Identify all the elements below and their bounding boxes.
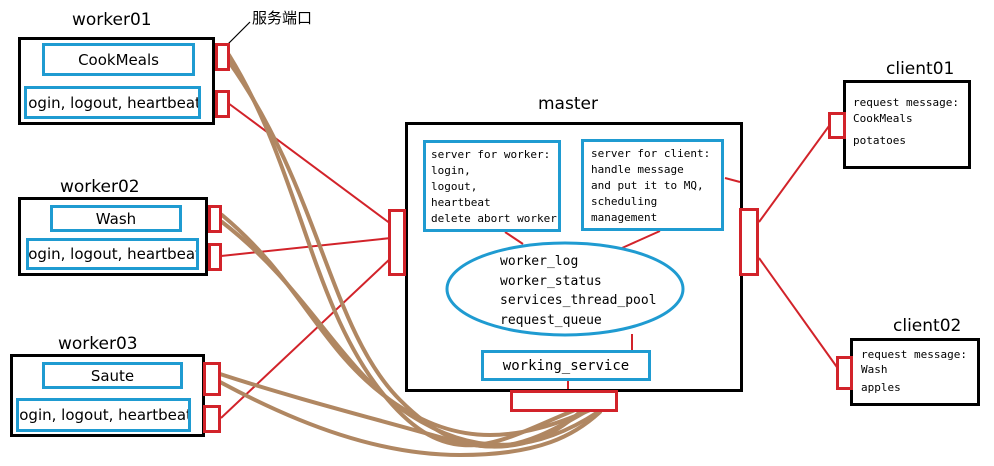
worker01-service-box: CookMeals [42, 43, 195, 76]
worker03-service-port [203, 362, 221, 396]
link-w1-master [227, 102, 392, 225]
worker03-heartbeat-port [203, 405, 221, 433]
sfc-line: handle message [591, 163, 684, 176]
worker02-heartbeat-box: login, logout, heartbeat [26, 238, 199, 270]
worker02-service-port [208, 205, 222, 233]
client01-port [828, 112, 846, 139]
worker02-heartbeat-port [208, 243, 222, 271]
worker02-service-box: Wash [50, 205, 182, 232]
state-request-queue: request_queue [500, 312, 602, 328]
sfw-line: delete abort worker [431, 212, 557, 225]
server-for-client-box: server for client: handle message and pu… [581, 139, 724, 231]
sfw-line: logout, [431, 180, 478, 193]
worker01-heartbeat-box: login, logout, heartbeat [24, 86, 201, 119]
client02-port [836, 356, 853, 390]
state-worker-log: worker_log [500, 254, 579, 269]
sfw-line: heartbeat [431, 196, 491, 209]
master-title: master [538, 94, 598, 114]
worker03-heartbeat-box: login, logout, heartbeat [16, 398, 191, 432]
master-service-port [510, 390, 618, 412]
client01-line: potatoes [853, 134, 906, 147]
worker01-service-port [215, 43, 230, 71]
client02-line: request message: [861, 348, 967, 361]
sfc-line: management [591, 211, 658, 224]
link-master-client01 [758, 125, 830, 223]
client01-line: request message: [853, 96, 959, 109]
client01-box: request message: CookMeals potatoes [843, 80, 971, 169]
state-services-thread-pool: services_thread_pool [500, 293, 657, 308]
master-client-port [739, 208, 759, 276]
worker03-service-box: Saute [42, 362, 183, 389]
service-port-annotation: 服务端口 [252, 9, 313, 27]
server-for-worker-box: server for worker: login, logout, heartb… [423, 140, 561, 232]
worker03-title: worker03 [58, 334, 138, 354]
client02-line: Wash [861, 363, 888, 376]
client01-title: client01 [886, 59, 955, 79]
sfw-line: login, [431, 164, 471, 177]
master-state-list: worker_log worker_status services_thread… [500, 252, 657, 330]
sfc-line: server for client: [591, 147, 711, 160]
client02-line: apples [861, 381, 901, 394]
client02-title: client02 [893, 316, 962, 336]
sfw-line: server for worker: [431, 148, 551, 161]
state-worker-status: worker_status [500, 273, 602, 289]
master-worker-port [388, 209, 406, 276]
worker02-title: worker02 [60, 177, 140, 197]
sfc-line: scheduling [591, 195, 658, 208]
working-service-box: working_service [481, 350, 651, 381]
worker01-heartbeat-port [215, 90, 230, 118]
worker01-title: worker01 [72, 10, 152, 30]
link-master-client02 [758, 257, 840, 371]
client02-box: request message: Wash apples [850, 338, 980, 406]
client01-line: CookMeals [853, 112, 913, 125]
sfc-line: and put it to MQ, [591, 179, 704, 192]
